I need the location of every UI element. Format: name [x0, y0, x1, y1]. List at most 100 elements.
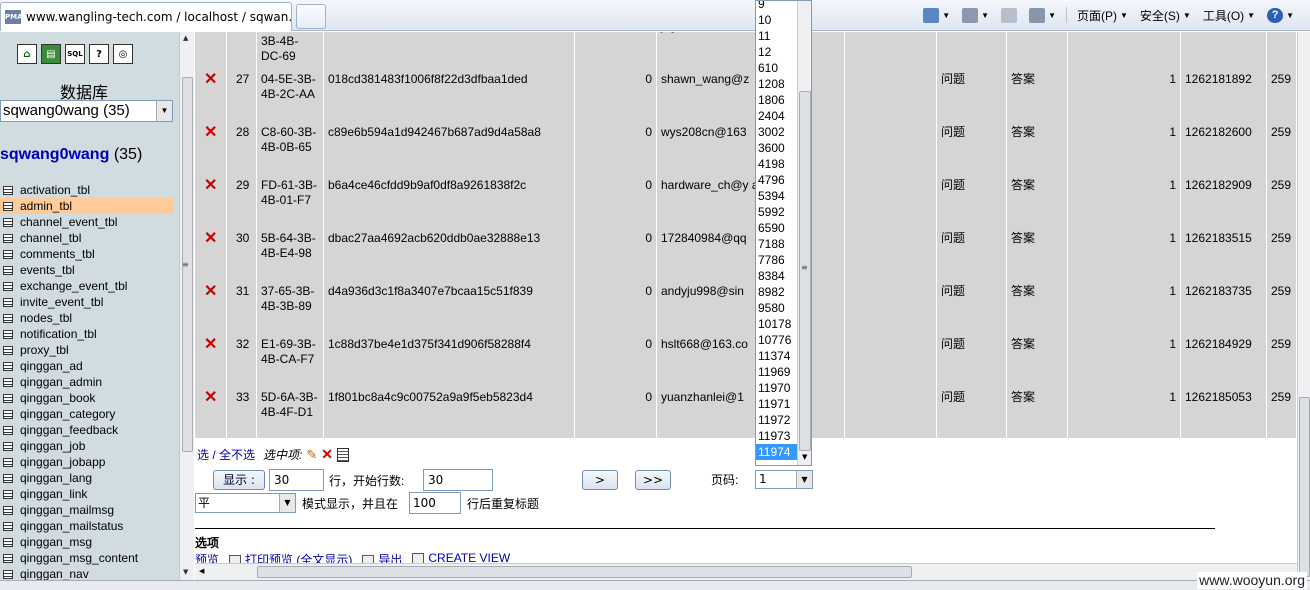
sidebar-table-item[interactable]: channel_tbl	[0, 230, 174, 246]
delete-row-cell[interactable]: ✕	[195, 332, 227, 385]
page-option[interactable]: 11971	[756, 396, 797, 412]
sidebar-table-item[interactable]: qinggan_admin	[0, 374, 174, 390]
scrollbar-thumb[interactable]	[1299, 397, 1310, 577]
home-icon[interactable]: ⌂	[17, 44, 37, 64]
delete-row-cell[interactable]: ✕	[195, 32, 227, 67]
start-row-input[interactable]: 30	[423, 469, 493, 491]
export-icon[interactable]	[337, 447, 349, 462]
page-option[interactable]: 4796	[756, 172, 797, 188]
last-page-button[interactable]: >>	[635, 470, 671, 490]
sidebar-table-item[interactable]: proxy_tbl	[0, 342, 174, 358]
scroll-down-icon[interactable]: ▼	[183, 568, 188, 576]
sidebar-table-item[interactable]: qinggan_feedback	[0, 422, 174, 438]
sidebar-table-item[interactable]: qinggan_lang	[0, 470, 174, 486]
page-option[interactable]: 10178	[756, 316, 797, 332]
page-option[interactable]: 9	[756, 1, 797, 12]
delete-row-icon[interactable]: ✕	[204, 284, 222, 300]
tools-menu[interactable]: 工具(O) ▼	[1199, 7, 1259, 24]
page-option[interactable]: 7188	[756, 236, 797, 252]
edit-icon[interactable]: ✎	[306, 447, 317, 463]
page-option[interactable]: 11970	[756, 380, 797, 396]
delete-row-icon[interactable]: ✕	[204, 231, 222, 247]
page-option[interactable]: 11973	[756, 428, 797, 444]
page-menu[interactable]: 页面(P) ▼	[1073, 7, 1132, 24]
page-option[interactable]: 10	[756, 12, 797, 28]
page-option[interactable]: 11969	[756, 364, 797, 380]
scrollbar-thumb[interactable]	[257, 566, 912, 578]
delete-row-cell[interactable]: ✕	[195, 67, 227, 120]
repeat-headers-input[interactable]: 100	[409, 492, 461, 514]
page-option[interactable]: 11974	[756, 444, 797, 460]
delete-row-icon[interactable]: ✕	[204, 390, 222, 406]
delete-row-cell[interactable]: ✕	[195, 173, 227, 226]
exit-icon[interactable]: ▤	[41, 44, 61, 64]
delete-row-cell[interactable]: ✕	[195, 226, 227, 279]
browser-tab-active[interactable]: PMA www.wangling-tech.com / localhost / …	[0, 2, 292, 31]
page-option[interactable]: 5992	[756, 204, 797, 220]
delete-row-icon[interactable]: ✕	[204, 32, 222, 35]
sidebar-table-item[interactable]: qinggan_mailstatus	[0, 518, 174, 534]
delete-row-cell[interactable]: ✕	[195, 120, 227, 173]
sidebar-table-item[interactable]: qinggan_msg	[0, 534, 174, 550]
page-option[interactable]: 5394	[756, 188, 797, 204]
sidebar-table-item[interactable]: qinggan_link	[0, 486, 174, 502]
page-option[interactable]: 7786	[756, 252, 797, 268]
sidebar-table-item[interactable]: notification_tbl	[0, 326, 174, 342]
main-horizontal-scrollbar[interactable]: ◀	[195, 563, 1297, 580]
page-number-dropdown[interactable]: 9 10 11 12 610 1208 1806 2404 3002 3600 4198 4796 53…	[755, 0, 812, 466]
delete-row-icon[interactable]: ✕	[204, 125, 222, 141]
page-option[interactable]: 11972	[756, 412, 797, 428]
delete-row-icon[interactable]: ✕	[204, 337, 222, 353]
sidebar-table-item[interactable]: channel_event_tbl	[0, 214, 174, 230]
database-heading[interactable]: sqwang0wang (35)	[0, 146, 142, 164]
page-option[interactable]: 9580	[756, 300, 797, 316]
sidebar-table-item[interactable]: qinggan_mailmsg	[0, 502, 174, 518]
page-option[interactable]: 8982	[756, 284, 797, 300]
page-option[interactable]: 3600	[756, 140, 797, 156]
sidebar-table-item[interactable]: activation_tbl	[0, 182, 174, 198]
sql-icon[interactable]: SQL	[65, 44, 85, 64]
home-button[interactable]: ▼	[919, 7, 954, 23]
scroll-down-icon[interactable]: ▼	[802, 453, 807, 461]
page-option[interactable]: 2404	[756, 108, 797, 124]
page-option[interactable]: 6590	[756, 220, 797, 236]
delete-row-icon[interactable]: ✕	[204, 178, 222, 194]
sidebar-table-item[interactable]: invite_event_tbl	[0, 294, 174, 310]
scroll-up-icon[interactable]: ▲	[183, 34, 188, 42]
main-vertical-scrollbar[interactable]	[1297, 32, 1310, 580]
sidebar-scrollbar[interactable]: ▲ ≡ ▼	[179, 32, 194, 580]
delete-row-cell[interactable]: ✕	[195, 385, 227, 438]
sidebar-table-item[interactable]: nodes_tbl	[0, 310, 174, 326]
delete-row-cell[interactable]: ✕	[195, 279, 227, 332]
page-option[interactable]: 11374	[756, 348, 797, 364]
sidebar-table-item[interactable]: qinggan_category	[0, 406, 174, 422]
delete-row-icon[interactable]: ✕	[204, 72, 222, 88]
page-option[interactable]: 1806	[756, 92, 797, 108]
sidebar-table-item[interactable]: qinggan_ad	[0, 358, 174, 374]
sidebar-table-item[interactable]: qinggan_book	[0, 390, 174, 406]
sidebar-table-item[interactable]: events_tbl	[0, 262, 174, 278]
feeds-button[interactable]: ▼	[958, 7, 993, 23]
sidebar-table-item[interactable]: comments_tbl	[0, 246, 174, 262]
scroll-left-icon[interactable]: ◀	[199, 567, 204, 575]
rows-input[interactable]: 30	[269, 469, 324, 491]
page-option[interactable]: 11	[756, 28, 797, 44]
docs-icon[interactable]: ?	[89, 44, 109, 64]
changelog-icon[interactable]: ◎	[113, 44, 133, 64]
page-option[interactable]: 8384	[756, 268, 797, 284]
select-all-link[interactable]: 选 / 全不选	[197, 446, 255, 463]
sidebar-table-item[interactable]: exchange_event_tbl	[0, 278, 174, 294]
help-menu[interactable]: ? ▼	[1263, 7, 1298, 23]
delete-icon[interactable]: ✕	[321, 446, 333, 463]
sidebar-table-item[interactable]: qinggan_job	[0, 438, 174, 454]
dropdown-scrollbar[interactable]: ≡ ▼	[797, 1, 811, 465]
show-button[interactable]: 显示 :	[213, 470, 265, 490]
display-mode-select[interactable]: 平 ▼	[195, 493, 296, 513]
page-option[interactable]: 10776	[756, 332, 797, 348]
mail-button[interactable]	[997, 7, 1021, 23]
print-button[interactable]: ▼	[1025, 7, 1060, 23]
next-page-button[interactable]: >	[582, 470, 618, 490]
page-option[interactable]: 4198	[756, 156, 797, 172]
database-select[interactable]: sqwang0wang (35) ▼	[0, 100, 173, 122]
sidebar-table-item[interactable]: admin_tbl	[0, 198, 174, 214]
